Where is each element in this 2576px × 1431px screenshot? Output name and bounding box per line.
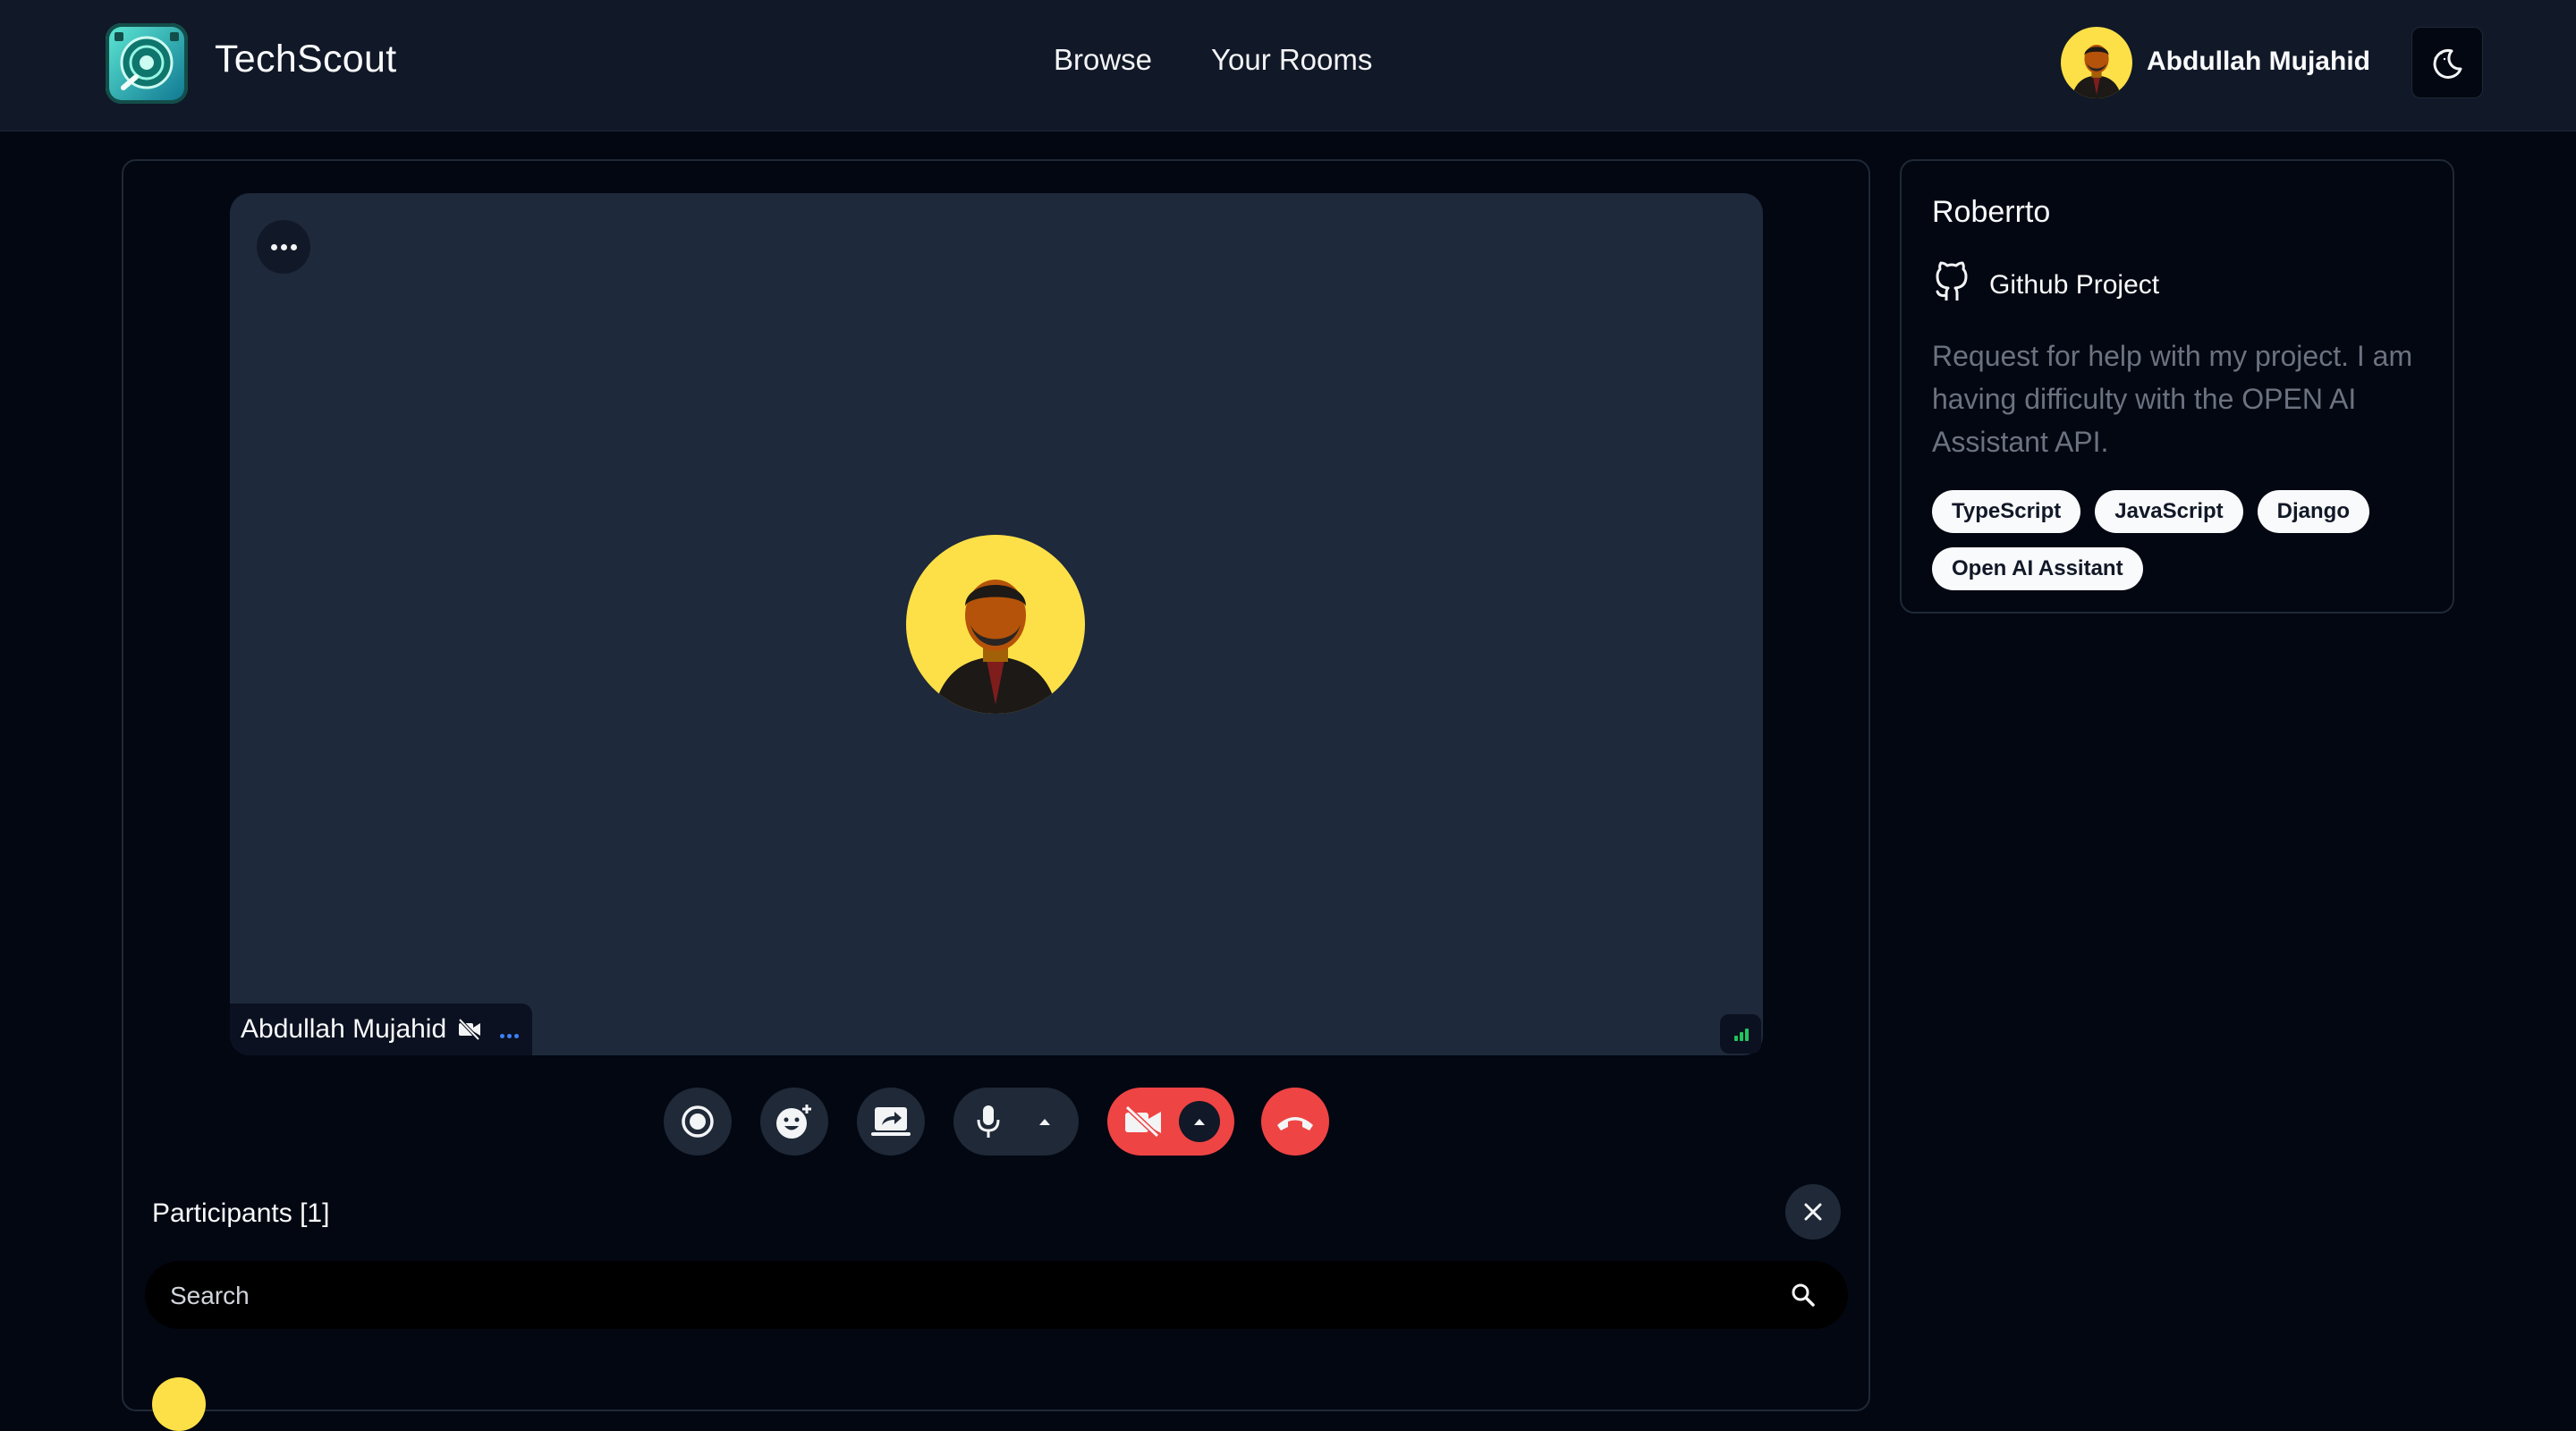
tag-badge[interactable]: TypeScript bbox=[1932, 490, 2081, 533]
chevron-up-icon[interactable] bbox=[1038, 1117, 1052, 1126]
mic-icon bbox=[977, 1105, 1000, 1138]
tag-badge[interactable]: JavaScript bbox=[2095, 490, 2243, 533]
mic-button[interactable] bbox=[953, 1088, 1079, 1156]
end-call-button[interactable] bbox=[1261, 1088, 1329, 1156]
nav-link-your-rooms[interactable]: Your Rooms bbox=[1211, 43, 1372, 77]
screen-share-button[interactable] bbox=[857, 1088, 925, 1156]
search-icon[interactable] bbox=[1791, 1283, 1816, 1308]
tag-badge[interactable]: Django bbox=[2257, 490, 2369, 533]
camera-off-icon bbox=[458, 1018, 480, 1041]
record-icon bbox=[682, 1105, 714, 1138]
tag-badge[interactable]: Open AI Assitant bbox=[1932, 547, 2143, 590]
room-name: Roberrto bbox=[1932, 195, 2051, 229]
camera-off-icon bbox=[1124, 1105, 1161, 1138]
participant-name: Abdullah Mujahid bbox=[241, 1014, 447, 1044]
logo-icon[interactable] bbox=[106, 23, 188, 104]
avatar bbox=[152, 1377, 206, 1431]
close-participants-button[interactable] bbox=[1785, 1184, 1841, 1240]
participant-search bbox=[145, 1261, 1848, 1331]
github-icon bbox=[1936, 261, 1968, 301]
participant-name-tag: Abdullah Mujahid bbox=[230, 1003, 532, 1055]
theme-toggle-icon bbox=[2433, 48, 2462, 79]
reactions-button[interactable] bbox=[760, 1088, 828, 1156]
search-input[interactable] bbox=[168, 1261, 1746, 1331]
github-link-label: Github Project bbox=[1989, 270, 2160, 300]
participants-heading: Participants [1] bbox=[152, 1198, 330, 1228]
tag-list: TypeScript JavaScript Django Open AI Ass… bbox=[1932, 490, 2433, 590]
nav-link-browse[interactable]: Browse bbox=[1054, 43, 1152, 77]
screen-share-icon bbox=[871, 1107, 911, 1136]
avatar[interactable] bbox=[2061, 27, 2132, 98]
video-tile[interactable]: Abdullah Mujahid bbox=[230, 193, 1763, 1055]
top-nav-bar: TechScout Browse Your Rooms Abdullah Muj… bbox=[0, 0, 2576, 131]
user-name[interactable]: Abdullah Mujahid bbox=[2147, 47, 2370, 77]
camera-toggle-button[interactable] bbox=[1107, 1088, 1234, 1156]
end-call-icon bbox=[1277, 1117, 1313, 1130]
participant-avatar bbox=[906, 535, 1085, 714]
theme-toggle-button[interactable] bbox=[2411, 27, 2483, 98]
record-button[interactable] bbox=[664, 1088, 732, 1156]
brand-name[interactable]: TechScout bbox=[215, 38, 397, 81]
camera-options-button[interactable] bbox=[1179, 1101, 1220, 1142]
more-icon bbox=[271, 244, 277, 250]
more-icon-dot bbox=[281, 244, 287, 250]
more-icon-dot bbox=[291, 244, 297, 250]
participant-more-icon[interactable] bbox=[500, 1027, 521, 1043]
chevron-up-icon bbox=[1194, 1119, 1205, 1125]
signal-icon bbox=[1720, 1014, 1761, 1054]
close-icon bbox=[1804, 1203, 1822, 1221]
room-info-card: Roberrto Github Project Request for help… bbox=[1900, 159, 2454, 614]
more-options-button[interactable] bbox=[257, 220, 310, 274]
emoji-icon bbox=[776, 1105, 811, 1139]
room-description: Request for help with my project. I am h… bbox=[1932, 340, 2413, 458]
